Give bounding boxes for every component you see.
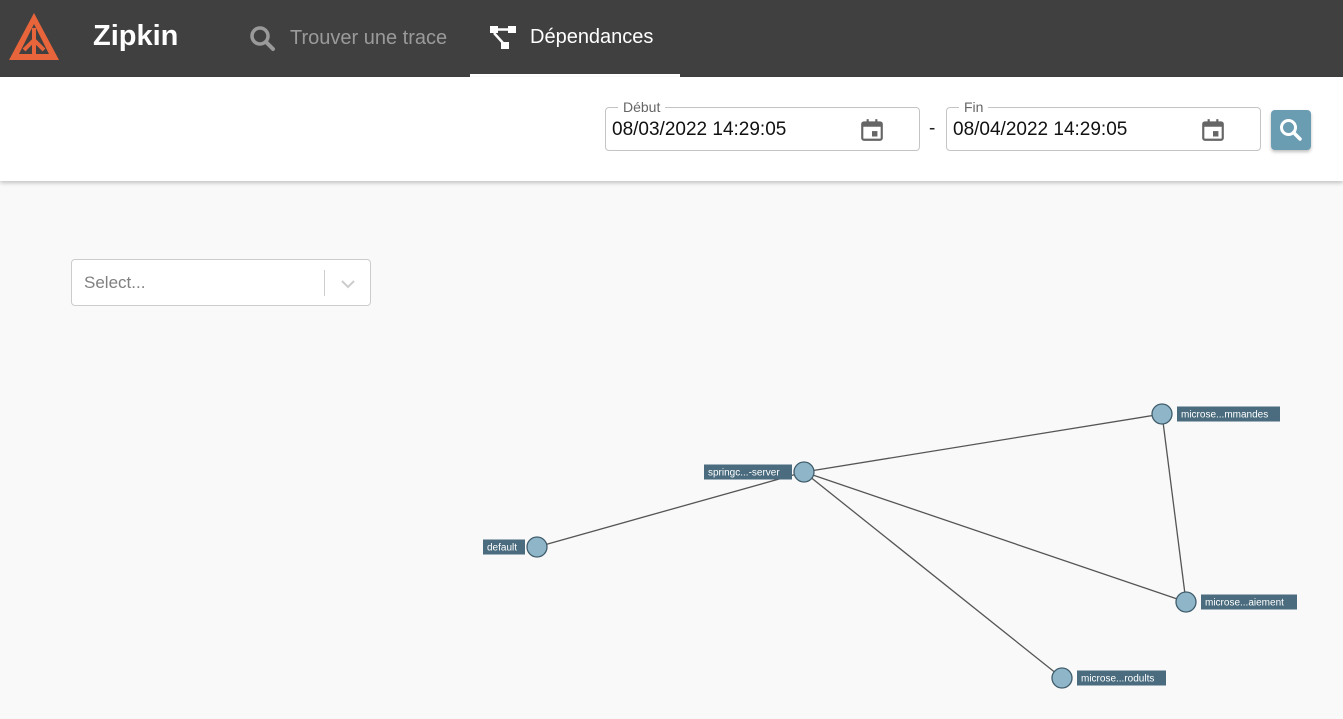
tab-dependencies[interactable]: Dépendances: [470, 0, 680, 77]
search-button[interactable]: [1271, 110, 1311, 150]
graph-edge[interactable]: [536, 471, 805, 548]
graph-node[interactable]: springc...-server: [704, 461, 815, 483]
graph-node[interactable]: microse...rodults: [1051, 667, 1166, 689]
graph-node-label: springc...-server: [708, 468, 780, 479]
chevron-down-icon[interactable]: [338, 274, 358, 294]
select-divider: [324, 270, 325, 296]
header-bar: Zipkin Trouver une trace Dépendances: [0, 0, 1343, 77]
graph-edge[interactable]: [1161, 413, 1187, 603]
tab-find-trace-label: Trouver une trace: [290, 27, 448, 49]
graph-node-circle[interactable]: [1051, 667, 1073, 689]
graph-node-label: microse...aiement: [1205, 598, 1284, 609]
dependencies-icon: [490, 26, 516, 49]
tab-dependencies-label: Dépendances: [530, 25, 654, 48]
end-date-value[interactable]: 08/04/2022 14:29:05: [953, 119, 1127, 141]
graph-node-circle[interactable]: [1175, 591, 1197, 613]
calendar-icon[interactable]: [1200, 117, 1226, 143]
service-select-placeholder: Select...: [84, 273, 146, 292]
search-icon: [1280, 119, 1302, 141]
graph-node-label: microse...mmandes: [1181, 410, 1268, 421]
start-date-field[interactable]: Début 08/03/2022 14:29:05: [605, 99, 920, 151]
tab-find-trace[interactable]: Trouver une trace: [248, 0, 470, 77]
graph-node[interactable]: default: [483, 536, 548, 558]
date-range-separator: -: [929, 118, 936, 139]
app-title[interactable]: Zipkin: [93, 20, 178, 53]
graph-node-circle[interactable]: [793, 461, 815, 483]
service-select[interactable]: Select...: [71, 259, 371, 306]
calendar-icon[interactable]: [859, 117, 885, 143]
end-date-field[interactable]: Fin 08/04/2022 14:29:05: [946, 99, 1261, 151]
search-icon: [250, 25, 275, 51]
zipkin-logo-icon[interactable]: [6, 10, 62, 66]
graph-node-circle[interactable]: [1151, 403, 1173, 425]
filter-toolbar: Début 08/03/2022 14:29:05 Fin 08/04/2022…: [0, 77, 1343, 181]
graph-node-label: default: [487, 543, 517, 554]
graph-node[interactable]: microse...mmandes: [1151, 403, 1280, 425]
graph-node[interactable]: microse...aiement: [1175, 591, 1297, 613]
graph-node-circle[interactable]: [526, 536, 548, 558]
start-date-legend: Début: [618, 99, 666, 115]
graph-edges: [536, 413, 1187, 679]
graph-nodes: springc...-server default microse...mmande…: [483, 403, 1297, 689]
graph-node-label: microse...rodults: [1081, 674, 1154, 685]
start-date-value[interactable]: 08/03/2022 14:29:05: [612, 119, 786, 141]
end-date-legend: Fin: [959, 99, 989, 115]
graph-edge[interactable]: [803, 471, 1063, 679]
graph-edge[interactable]: [803, 471, 1187, 603]
graph-edge[interactable]: [803, 413, 1163, 473]
